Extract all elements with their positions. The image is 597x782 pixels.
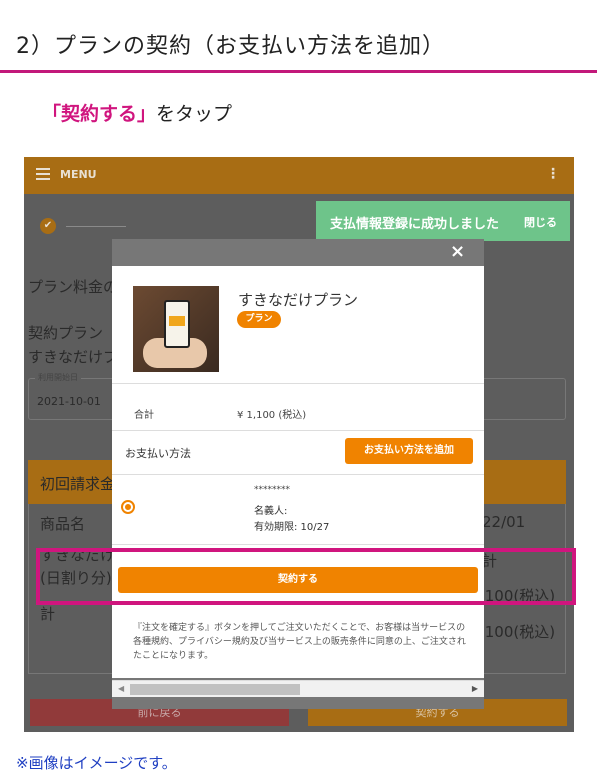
divider-total (112, 430, 484, 431)
card-expiry: 有効期限: 10/27 (254, 522, 330, 533)
price-tax-2: ,100(税込) (480, 623, 556, 641)
instruction-rest: をタップ (156, 103, 233, 125)
card-holder-label: 名義人: (254, 506, 288, 517)
product-name-header: 商品名 (40, 515, 86, 533)
stepper-line (66, 226, 126, 227)
date-partial: 22/01 (482, 513, 526, 531)
modal-plan-name: すきなだけプラン (238, 291, 359, 309)
divider-top (112, 383, 484, 384)
footnote: ※画像はイメージです。 (16, 754, 177, 772)
first-invoice-label: 初回請求金 (40, 475, 116, 493)
start-date-label: 利用開始日 (35, 372, 81, 383)
payment-method-label: お支払い方法 (125, 447, 191, 460)
plan-phone-card (169, 316, 185, 326)
plan-fee-label: プラン料金の (28, 278, 119, 296)
toast-message: 支払情報登録に成功しました (330, 217, 500, 232)
app-screenshot: MENU ⋮ ✔ プラン料金の 契約プラン すきなだけプ 利用開始日 2021-… (24, 157, 574, 732)
instruction-emphasis: 「契約する」 (42, 103, 157, 125)
scroll-left-icon[interactable]: ◀ (118, 684, 124, 693)
highlight-frame (36, 548, 576, 605)
kebab-menu-icon[interactable]: ⋮ (546, 166, 560, 182)
step-title: 2）プランの契約（お支払い方法を追加） (16, 34, 445, 59)
success-toast: 支払情報登録に成功しました 閉じる (316, 201, 570, 241)
terms-text: 『注文を確定する』ボタンを押してご注文いただくことで、お客様は当サービスの各種規… (133, 623, 466, 661)
divider-payment (112, 474, 484, 475)
plan-badge: プラン (237, 311, 281, 328)
add-payment-method-button[interactable]: お支払い方法を追加 (345, 438, 473, 464)
scroll-right-icon[interactable]: ▶ (472, 684, 478, 693)
horizontal-scrollbar[interactable]: ◀ ▶ (112, 680, 484, 697)
contract-plan-label: 契約プラン (28, 324, 104, 342)
plan-image (133, 286, 219, 372)
menu-label[interactable]: MENU (60, 168, 97, 181)
plan-phone (164, 300, 190, 348)
hamburger-icon[interactable] (36, 168, 50, 180)
stepper-check-icon: ✔ (40, 218, 56, 234)
start-date-value: 2021-10-01 (37, 395, 101, 408)
plan-name-bg: すきなだけプ (28, 348, 119, 366)
toast-close-button[interactable]: 閉じる (524, 214, 557, 230)
card-radio[interactable] (121, 500, 135, 514)
card-number-mask: ******** (254, 485, 290, 495)
divider-card (112, 544, 484, 545)
step-rule (0, 70, 597, 73)
scroll-thumb[interactable] (130, 684, 300, 695)
instruction: 「契約する」をタップ (42, 99, 232, 126)
app-bar: MENU ⋮ (24, 157, 574, 194)
close-icon[interactable]: × (450, 241, 465, 262)
total-label-partial: 計 (40, 605, 56, 623)
total-label: 合計 (134, 410, 154, 421)
total-value: ¥ 1,100 (税込) (237, 410, 307, 421)
contract-modal: すきなだけプラン プラン 合計 ¥ 1,100 (税込) お支払い方法 お支払い… (112, 266, 484, 678)
